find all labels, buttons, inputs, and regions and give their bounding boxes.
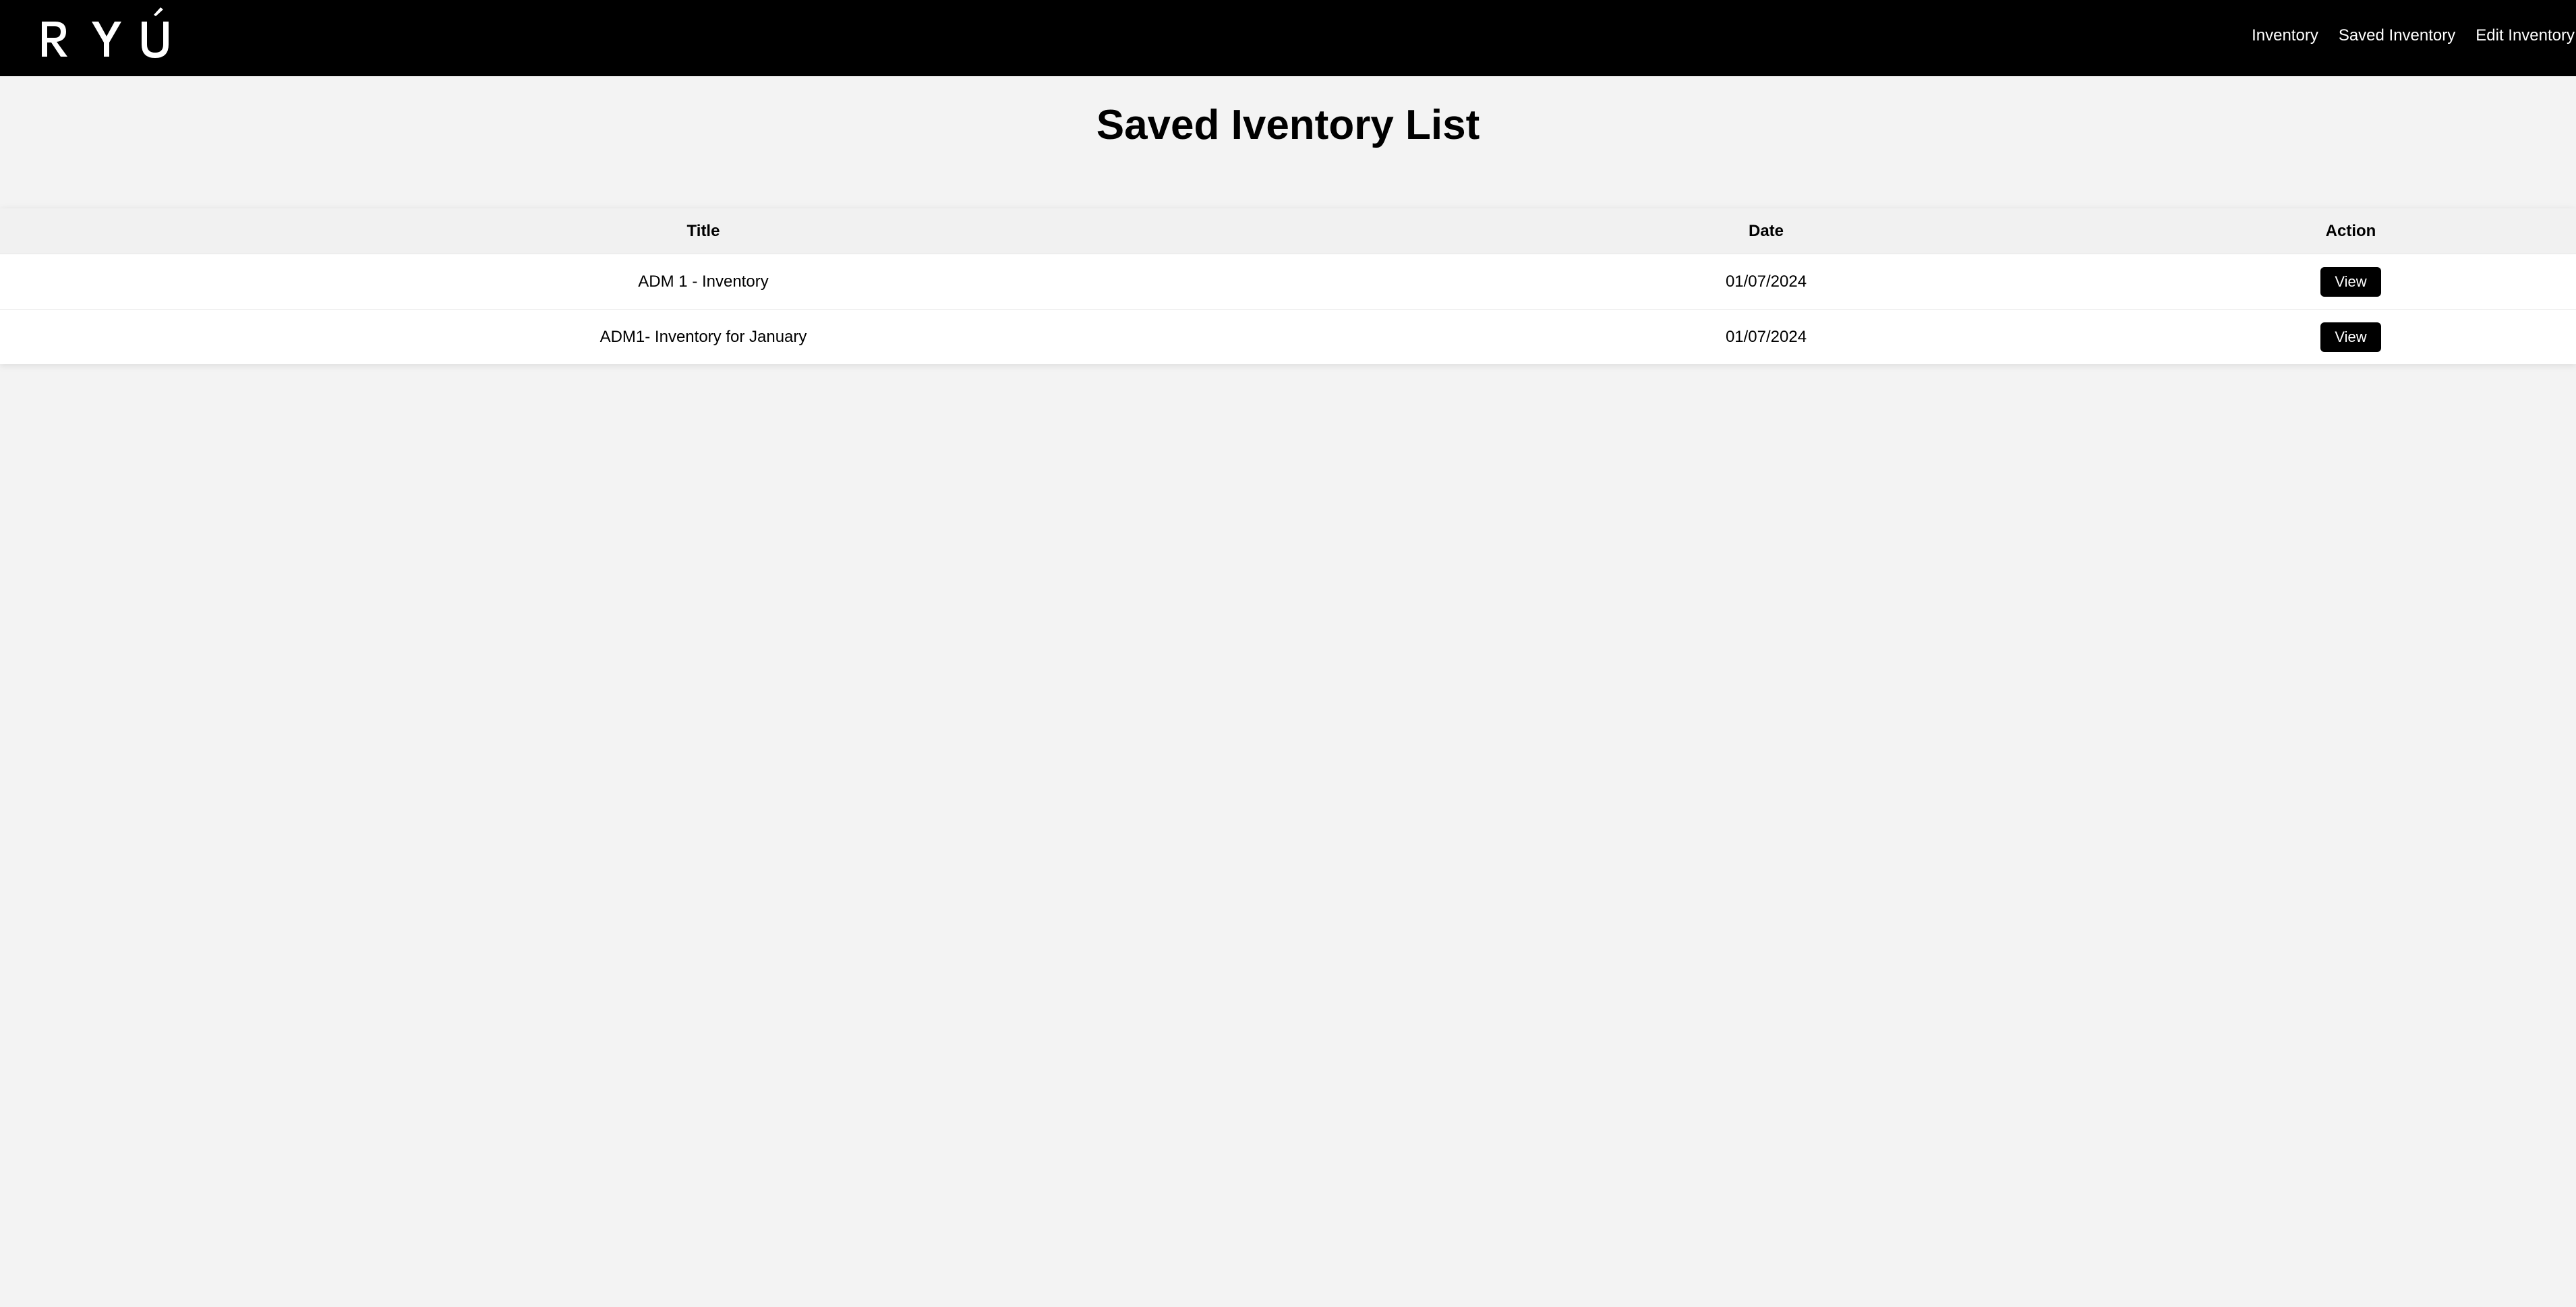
saved-inventory-table: Title Date Action ADM 1 - Inventory 01/0…	[0, 208, 2576, 364]
nav-edit-inventory[interactable]: Edit Inventory	[2476, 26, 2575, 46]
column-header-action: Action	[2126, 208, 2576, 254]
ryu-logo[interactable]	[38, 5, 173, 59]
nav-saved-inventory[interactable]: Saved Inventory	[2339, 26, 2455, 46]
row-title: ADM 1 - Inventory	[0, 254, 1407, 310]
table-header-row: Title Date Action	[0, 208, 2576, 254]
table-row: ADM1- Inventory for January 01/07/2024 V…	[0, 309, 2576, 364]
column-header-date: Date	[1407, 208, 2126, 254]
row-title: ADM1- Inventory for January	[0, 309, 1407, 364]
table-row: ADM 1 - Inventory 01/07/2024 View	[0, 254, 2576, 310]
row-date: 01/07/2024	[1407, 254, 2126, 310]
column-header-title: Title	[0, 208, 1407, 254]
nav-inventory[interactable]: Inventory	[2252, 26, 2318, 46]
main-nav: Inventory Saved Inventory Edit Inventory	[2252, 26, 2575, 46]
view-button[interactable]: View	[2320, 266, 2381, 297]
row-action-cell: View	[2126, 254, 2576, 310]
top-navbar: Inventory Saved Inventory Edit Inventory	[0, 0, 2576, 76]
view-button[interactable]: View	[2320, 322, 2381, 352]
page-title: Saved Iventory List	[1096, 102, 1480, 148]
row-action-cell: View	[2126, 309, 2576, 364]
row-date: 01/07/2024	[1407, 309, 2126, 364]
